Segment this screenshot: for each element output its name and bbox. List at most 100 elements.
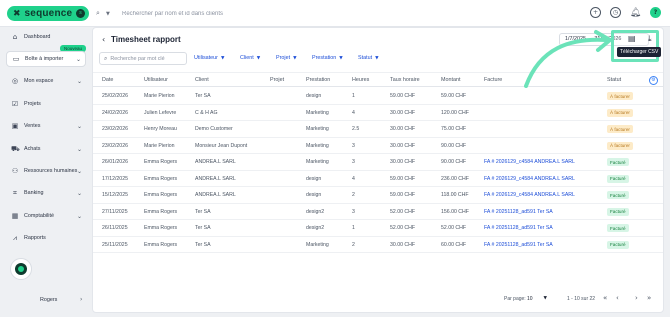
home-icon: ⌂ (12, 33, 18, 41)
company-avatar[interactable] (10, 258, 32, 280)
filter-status[interactable]: Statut ▼ (358, 55, 379, 61)
per-page-select[interactable]: 10 ▼ (525, 294, 547, 304)
sidebar-item-import-box[interactable]: ▭ Boîte à importer ⌄ (6, 51, 86, 67)
chevron-right-icon[interactable]: › (80, 296, 82, 303)
table-row[interactable]: 15/12/2025 Emma Rogers ANDREA.L SARL des… (93, 187, 663, 204)
last-page-icon[interactable]: » (647, 294, 651, 302)
sidebar-item-my-space[interactable]: ◎ Mon espace ⌄ (6, 73, 86, 89)
filter-service[interactable]: Prestation ▼ (312, 55, 343, 61)
cell-service: design2 (306, 208, 325, 215)
sidebar-item-accounting[interactable]: ▦ Comptabilité ⌄ (6, 208, 86, 224)
cell-amount: 90.00 CHF (441, 142, 467, 149)
chevron-down-icon: ▼ (293, 56, 297, 61)
keyword-search-input[interactable] (110, 55, 181, 62)
column-header[interactable]: Taux horaire (390, 77, 420, 83)
user-name[interactable]: Rogers (40, 297, 57, 303)
column-header[interactable]: Prestation (306, 77, 330, 83)
filter-project[interactable]: Projet ▼ (276, 55, 297, 61)
sidebar-item-purchases[interactable]: ⛟ Achats ⌄ (6, 141, 86, 157)
table-row[interactable]: 25/02/2026 Marie Pierion Ter SA design 1… (93, 88, 663, 105)
filter-label: Statut (358, 55, 373, 61)
status-badge: Facturé (607, 191, 629, 199)
filter-label: Projet (276, 55, 291, 61)
cell-hours: 3 (352, 208, 355, 215)
global-search-input[interactable] (122, 10, 382, 17)
table-row[interactable]: 27/11/2025 Emma Rogers Ter SA design2 3 … (93, 204, 663, 220)
sidebar-item-sales[interactable]: ▣ Ventes ⌄ (6, 118, 86, 134)
first-page-icon[interactable]: « (603, 294, 607, 302)
column-header[interactable]: Montant (441, 77, 460, 83)
column-settings-gear-icon[interactable]: ⚙ (649, 76, 658, 85)
sidebar-item-label: Dashboard (24, 34, 51, 40)
search-icon: ⌕ (104, 54, 108, 62)
brand-badge: s (76, 9, 85, 18)
cell-hours: 3 (352, 142, 355, 149)
annotation-arrow (524, 30, 612, 88)
cell-user: Emma Rogers (144, 192, 178, 198)
table-row[interactable]: 17/12/2025 Emma Rogers ANDREA.L SARL des… (93, 171, 663, 187)
column-header[interactable]: Utilisateur (144, 77, 168, 83)
sequence-logo[interactable]: ✖ sequence s (7, 6, 89, 21)
filter-user[interactable]: Utilisateur ▼ (194, 55, 224, 61)
status-badge: Facturé (607, 174, 629, 183)
per-page-label: Par page: (504, 296, 526, 302)
filter-client[interactable]: Client ▼ (240, 55, 260, 61)
table-row[interactable]: 23/02/2026 Marie Pierion Monsieur Jean D… (93, 138, 663, 154)
cell-invoice-link[interactable]: FA # 2026129_c4584 ANDREA.L SARL (484, 176, 575, 182)
chevron-down-icon: ⌄ (76, 122, 82, 130)
clock-icon[interactable]: ◷ (610, 7, 621, 18)
column-header[interactable]: Heures (352, 77, 369, 83)
cell-amount: 236.00 CHF (441, 175, 469, 182)
cell-date: 23/02/2026 (102, 142, 128, 149)
cell-rate: 30.00 CHF (390, 126, 416, 132)
next-page-icon[interactable]: › (635, 294, 638, 302)
back-chevron-icon[interactable]: ‹ (102, 35, 105, 44)
column-header[interactable]: Facture (484, 77, 502, 83)
cell-amount: 52.00 CHF (441, 225, 467, 231)
sidebar-item-label: Mon espace (24, 78, 54, 84)
status-badge: À facturer (607, 108, 633, 117)
table-row[interactable]: 23/02/2026 Henry Moreau Demo Customer Ma… (93, 121, 663, 138)
cell-date: 17/12/2025 (102, 175, 128, 182)
cell-service: design (306, 175, 322, 182)
column-header[interactable]: Client (195, 77, 209, 83)
cell-invoice-link[interactable]: FA # 2026129_c4584 ANDREA.L SARL (484, 159, 575, 165)
cell-date: 25/11/2025 (102, 241, 128, 248)
help-icon[interactable]: ? (650, 7, 661, 18)
cell-user: Emma Rogers (144, 225, 178, 231)
previous-page-icon[interactable]: ‹ (616, 294, 619, 302)
sidebar-item-label: Ventes (24, 123, 41, 129)
sidebar-item-dashboard[interactable]: ⌂ Dashboard (6, 29, 86, 45)
column-header[interactable]: Date (102, 77, 113, 83)
add-icon[interactable]: + (590, 7, 601, 18)
cell-hours: 2 (352, 192, 355, 198)
company-logo-icon (15, 263, 27, 275)
table-row[interactable]: 26/01/2026 Emma Rogers ANDREA.L SARL Mar… (93, 154, 663, 171)
chevron-down-icon: ▼ (543, 296, 547, 301)
checkbox-icon: ☑ (11, 100, 19, 108)
sidebar-item-reports[interactable]: ⩘ Rapports (6, 230, 86, 246)
calendar-icon[interactable]: ▤ (628, 34, 636, 43)
sidebar-item-hr[interactable]: ⚇ Ressources humaines ⌄ (6, 163, 86, 179)
bell-icon[interactable]: 🔔︎ (630, 7, 641, 18)
cell-invoice-link[interactable]: FA # 20251128_ad591 Ter SA (484, 209, 553, 215)
filter-label: Utilisateur (194, 55, 218, 61)
table-row[interactable]: 25/11/2025 Emma Rogers Ter SA Marketing … (93, 237, 663, 253)
cell-client: Ter SA (195, 241, 211, 248)
cell-client: Ter SA (195, 225, 211, 231)
search-scope-chevron-down-icon[interactable]: ▼ (106, 11, 116, 17)
wallet-icon: ▣ (11, 122, 19, 130)
sidebar-item-projects[interactable]: ☑ Projets (6, 96, 86, 112)
download-icon[interactable]: ⤓ (648, 34, 652, 44)
cell-invoice-link[interactable]: FA # 20251128_ad591 Ter SA (484, 225, 553, 231)
cell-client: ANDREA.L SARL (195, 175, 236, 182)
calculator-icon: ▦ (11, 212, 19, 220)
column-header[interactable]: Projet (270, 77, 284, 83)
cell-rate: 30.00 CHF (390, 142, 416, 149)
table-row[interactable]: 24/02/2026 Julien Lefevre C & H AG Marke… (93, 105, 663, 121)
cell-invoice-link[interactable]: FA # 20251128_ad591 Ter SA (484, 242, 553, 248)
sidebar-item-banking[interactable]: ⌗ Banking ⌄ (6, 185, 86, 201)
table-row[interactable]: 26/11/2025 Emma Rogers Ter SA design2 1 … (93, 220, 663, 237)
cell-invoice-link[interactable]: FA # 2026129_c4584 ANDREA.L SARL (484, 192, 575, 198)
cell-user: Emma Rogers (144, 241, 178, 248)
